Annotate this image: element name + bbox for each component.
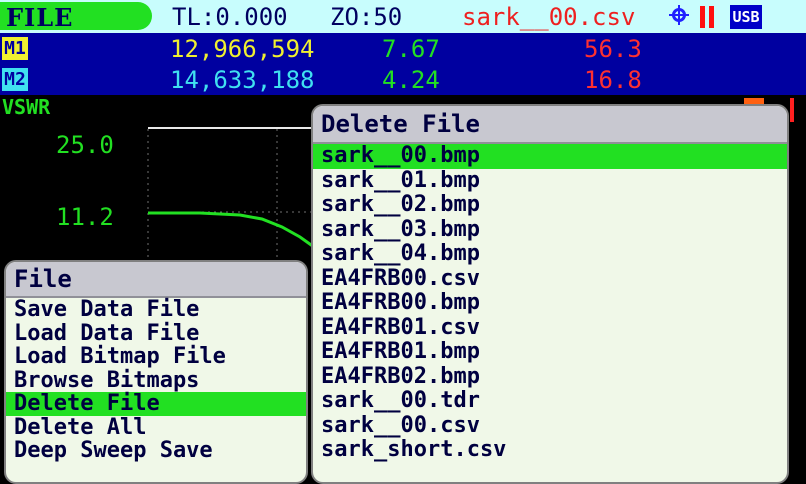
menu-item-delete-all[interactable]: Delete All (6, 415, 306, 440)
file-list-item[interactable]: sark__00.tdr (313, 388, 787, 414)
marker-badge: M1 (2, 37, 28, 60)
file-menu: File Save Data File Load Data File Load … (4, 260, 308, 484)
delete-menu-title: Delete File (313, 106, 787, 144)
file-list-item[interactable]: EA4FRB00.csv (313, 266, 787, 292)
current-filename: sark__00.csv (462, 3, 636, 31)
marker-value-1: 4.24 (382, 66, 440, 94)
menu-item-load-bitmap-file[interactable]: Load Bitmap File (6, 345, 306, 369)
marker-line (790, 98, 794, 122)
satellite-icon (669, 5, 689, 25)
marker-value-2: 56.3 (584, 35, 642, 63)
file-list-item[interactable]: EA4FRB02.bmp (313, 364, 787, 390)
pause-icon (700, 6, 716, 28)
y-tick-label: 25.0 (56, 131, 114, 159)
usb-icon: USB (730, 5, 762, 29)
zo-readout: ZO:50 (330, 3, 403, 31)
file-list-item[interactable]: sark_short.csv (313, 437, 787, 463)
file-list-item[interactable]: sark__02.bmp (313, 192, 787, 218)
mode-tab[interactable]: FILE (0, 2, 152, 32)
tl-readout: TL:0.000 (172, 3, 288, 31)
mode-label: FILE (6, 3, 74, 32)
file-list-item[interactable]: sark__01.bmp (313, 168, 787, 194)
delete-file-menu: Delete File sark__00.bmp sark__01.bmp sa… (311, 104, 789, 484)
menu-item-browse-bitmaps[interactable]: Browse Bitmaps (6, 368, 306, 393)
marker-row-m1: M1 12,966,594 7.67 56.3 (0, 33, 806, 64)
file-list-item[interactable]: sark__00.csv (313, 413, 787, 439)
menu-item-deep-sweep-save[interactable]: Deep Sweep Save (6, 439, 306, 463)
file-list-item[interactable]: EA4FRB01.csv (313, 315, 787, 341)
marker-value-1: 7.67 (382, 35, 440, 63)
menu-item-save-data-file[interactable]: Save Data File (6, 298, 306, 322)
menu-item-delete-file[interactable]: Delete File (6, 392, 306, 416)
file-list-item[interactable]: sark__00.bmp (313, 143, 787, 169)
menu-item-load-data-file[interactable]: Load Data File (6, 321, 306, 346)
marker-frequency: 14,633,188 (170, 66, 315, 94)
marker-value-2: 16.8 (584, 66, 642, 94)
vswr-trace (148, 211, 315, 249)
marker-frequency: 12,966,594 (170, 35, 315, 63)
marker-badge: M2 (2, 68, 28, 91)
file-menu-title: File (6, 262, 306, 298)
y-tick-label: 11.2 (56, 203, 114, 231)
file-list-item[interactable]: sark__03.bmp (313, 217, 787, 243)
plot-title: VSWR (2, 95, 51, 119)
file-list-item[interactable]: sark__04.bmp (313, 241, 787, 267)
file-list-item[interactable]: EA4FRB01.bmp (313, 339, 787, 365)
status-bar: FILE TL:0.000 ZO:50 sark__00.csv USB (0, 0, 806, 33)
marker-row-m2: M2 14,633,188 4.24 16.8 (0, 64, 806, 95)
file-list-item[interactable]: EA4FRB00.bmp (313, 290, 787, 316)
